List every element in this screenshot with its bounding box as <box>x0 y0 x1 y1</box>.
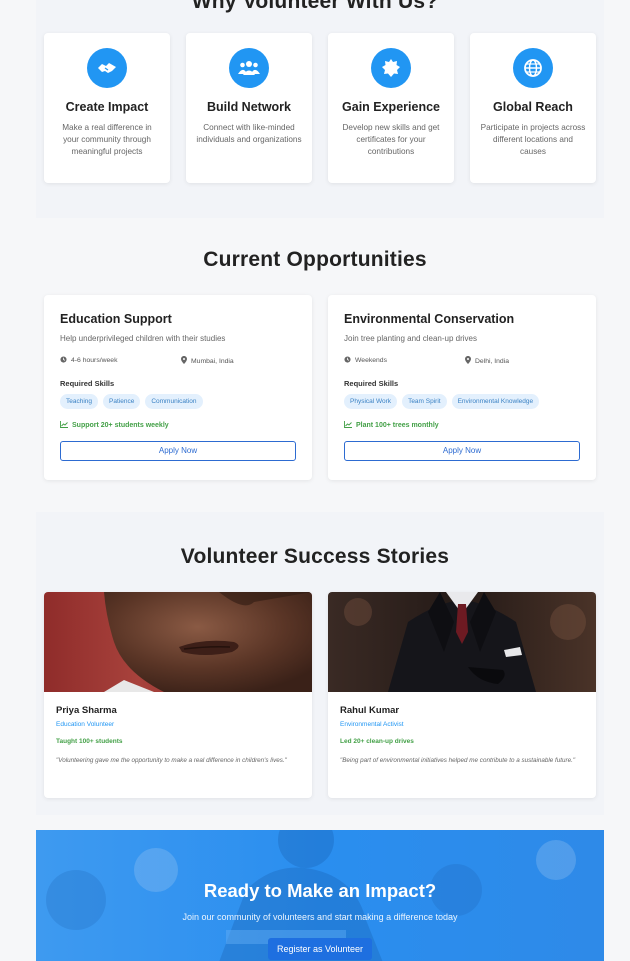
feature-card-global-reach: Global Reach Participate in projects acr… <box>470 33 596 183</box>
apply-now-button[interactable]: Apply Now <box>344 441 580 461</box>
skill-tag: Physical Work <box>344 394 398 409</box>
feature-card-create-impact: Create Impact Make a real difference in … <box>44 33 170 183</box>
skill-tag: Communication <box>145 394 203 409</box>
skill-tag: Teaching <box>60 394 99 409</box>
feature-title: Global Reach <box>493 100 573 114</box>
opportunity-meta: Weekends Delhi, India <box>344 356 580 366</box>
globe-icon <box>513 48 553 88</box>
volunteer-quote: "Volunteering gave me the opportunity to… <box>56 757 287 764</box>
volunteer-name: Priya Sharma <box>56 705 117 716</box>
opportunity-time: Weekends <box>355 357 387 364</box>
opportunity-impact: Plant 100+ trees monthly <box>344 421 580 430</box>
volunteer-impact: Taught 100+ students <box>56 738 123 745</box>
volunteer-impact: Led 20+ clean-up drives <box>340 738 414 745</box>
certificate-icon <box>371 48 411 88</box>
opportunity-description: Help underprivileged children with their… <box>60 334 226 343</box>
opportunity-card-environment: Environmental Conservation Join tree pla… <box>328 295 596 480</box>
opportunity-location: Delhi, India <box>475 357 510 365</box>
required-skills-label: Required Skills <box>344 379 399 388</box>
register-volunteer-button[interactable]: Register as Volunteer <box>267 938 373 960</box>
volunteer-photo <box>328 592 596 692</box>
required-skills-label: Required Skills <box>60 379 115 388</box>
handshake-icon <box>87 48 127 88</box>
skill-tags: Teaching Patience Communication <box>60 394 296 409</box>
feature-title: Gain Experience <box>342 100 440 114</box>
location-pin-icon <box>465 356 471 366</box>
opportunity-location: Mumbai, India <box>191 357 234 365</box>
skill-tag: Team Spirit <box>402 394 447 409</box>
cta-title: Ready to Make an Impact? <box>203 880 437 901</box>
location-pin-icon <box>181 356 187 366</box>
feature-description: Participate in projects across different… <box>480 123 586 156</box>
feature-description: Connect with like-minded individuals and… <box>196 123 302 144</box>
cta-subtitle: Join our community of volunteers and sta… <box>182 912 458 922</box>
cta-banner: Ready to Make an Impact? Join our commun… <box>36 830 604 961</box>
stories-title: Volunteer Success Stories <box>180 545 450 568</box>
chart-line-icon <box>60 421 68 430</box>
volunteer-role: Environmental Activist <box>340 721 404 728</box>
skill-tag: Environmental Knowledge <box>451 394 540 409</box>
feature-title: Create Impact <box>65 100 149 114</box>
opportunities-title: Current Opportunities <box>203 248 427 271</box>
feature-description: Develop new skills and get certificates … <box>342 123 440 156</box>
feature-title: Build Network <box>206 100 292 114</box>
apply-now-button[interactable]: Apply Now <box>60 441 296 461</box>
feature-description: Make a real difference in your community… <box>62 123 152 156</box>
opportunity-impact: Support 20+ students weekly <box>60 421 296 430</box>
opportunity-impact-text: Support 20+ students weekly <box>72 422 169 429</box>
opportunity-time: 4-6 hours/week <box>71 357 118 364</box>
clock-icon <box>344 356 351 365</box>
story-card-priya: Priya Sharma Education Volunteer Taught … <box>44 592 312 798</box>
opportunity-description: Join tree planting and clean-up drives <box>344 334 477 343</box>
why-section-title: Why Volunteer With Us? <box>191 0 439 13</box>
feature-card-gain-experience: Gain Experience Develop new skills and g… <box>328 33 454 183</box>
skill-tag: Patience <box>103 394 141 409</box>
opportunity-meta: 4-6 hours/week Mumbai, India <box>60 356 296 366</box>
opportunity-title: Environmental Conservation <box>344 312 515 326</box>
volunteer-photo <box>44 592 312 692</box>
page: Why Volunteer With Us? Create Impact Mak… <box>0 0 630 961</box>
clock-icon <box>60 356 67 365</box>
opportunity-impact-text: Plant 100+ trees monthly <box>356 422 439 429</box>
opportunity-title: Education Support <box>60 312 172 326</box>
users-icon <box>229 48 269 88</box>
volunteer-quote: "Being part of environmental initiatives… <box>340 757 576 764</box>
chart-line-icon <box>344 421 352 430</box>
opportunity-card-education: Education Support Help underprivileged c… <box>44 295 312 480</box>
volunteer-name: Rahul Kumar <box>340 705 400 716</box>
feature-card-build-network: Build Network Connect with like-minded i… <box>186 33 312 183</box>
volunteer-role: Education Volunteer <box>56 721 115 728</box>
story-card-rahul: Rahul Kumar Environmental Activist Led 2… <box>328 592 596 798</box>
skill-tags: Physical Work Team Spirit Environmental … <box>344 394 580 409</box>
